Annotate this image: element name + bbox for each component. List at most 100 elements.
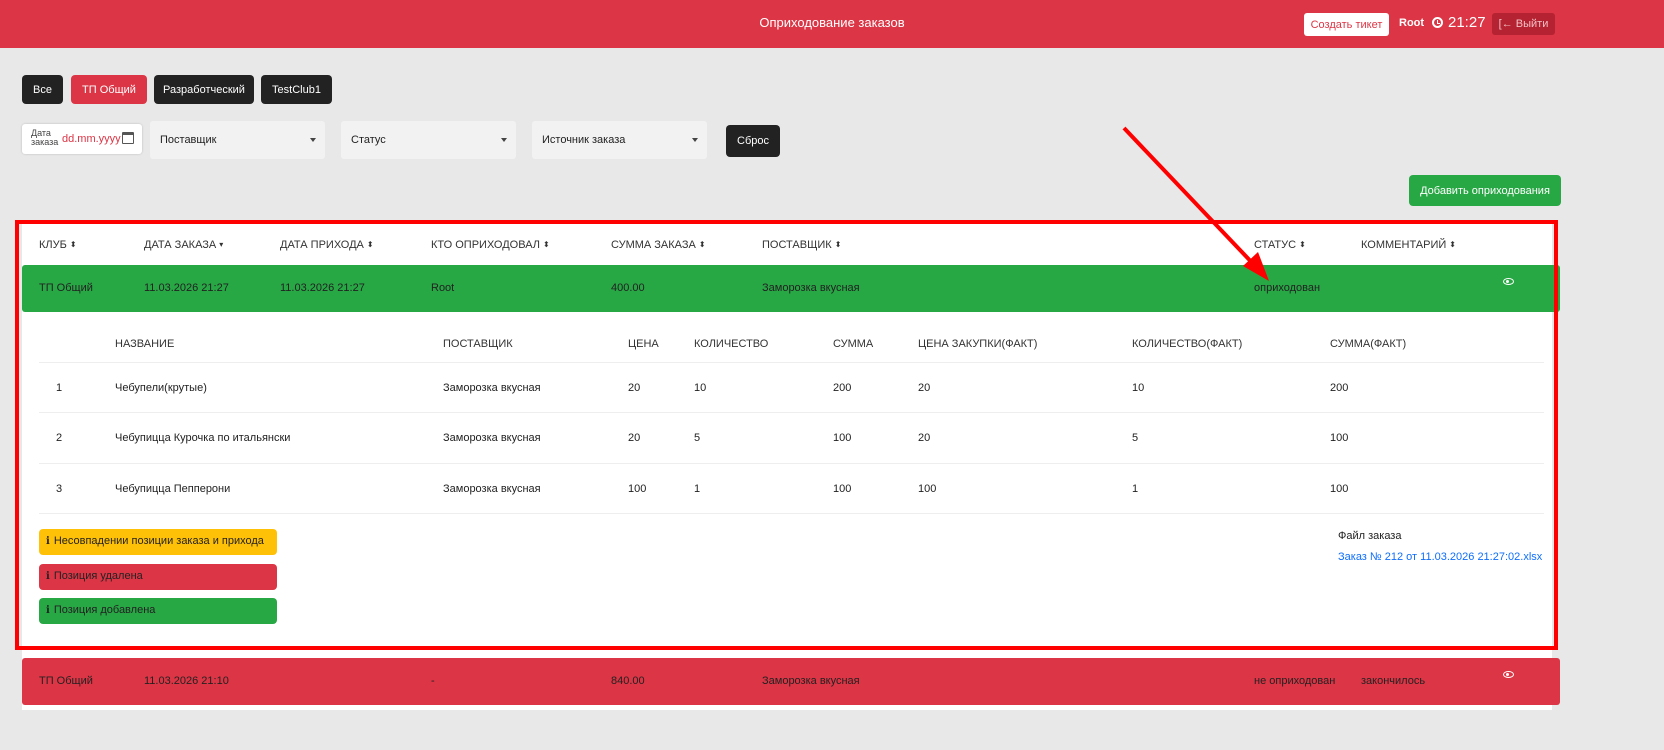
row-comment: закончилось <box>1361 675 1426 687</box>
divider <box>39 513 1544 514</box>
chevron-down-icon <box>692 138 698 142</box>
column-header-club[interactable]: КЛУБ ⬍ <box>39 239 77 251</box>
item-price-fact: 100 <box>918 483 937 495</box>
table-row[interactable]: ТП Общий 11.03.2026 21:27 11.03.2026 21:… <box>22 265 1560 312</box>
legend-removed: i Позиция удалена <box>39 564 277 590</box>
detail-header-price-fact: ЦЕНА ЗАКУПКИ(ФАКТ) <box>918 338 1038 350</box>
order-file-label: Файл заказа <box>1338 530 1402 542</box>
supplier-select[interactable]: Поставщик <box>150 121 325 159</box>
detail-header-qty-fact: КОЛИЧЕСТВО(ФАКТ) <box>1132 338 1243 350</box>
item-price: 20 <box>628 432 641 444</box>
clock-time: 21:27 <box>1448 14 1486 31</box>
divider <box>39 412 1544 413</box>
column-header-arrival-date[interactable]: ДАТА ПРИХОДА ⬍ <box>280 239 374 251</box>
sort-icon[interactable]: ⬍ <box>367 240 374 249</box>
order-date-value: dd.mm.yyyy <box>62 133 121 145</box>
item-qty-fact: 5 <box>1132 432 1139 444</box>
item-number: 1 <box>56 382 63 394</box>
info-icon: i <box>46 571 50 582</box>
order-date-label: Дата заказа <box>31 128 59 147</box>
column-header-label: ДАТА ЗАКАЗА <box>144 239 217 251</box>
supplier-select-value: Поставщик <box>160 134 217 146</box>
calendar-icon[interactable] <box>122 132 134 144</box>
eye-icon[interactable] <box>1503 278 1514 285</box>
item-qty: 10 <box>694 382 707 394</box>
tab-all[interactable]: Все <box>22 75 63 104</box>
item-sum-fact: 200 <box>1330 382 1349 394</box>
source-select[interactable]: Источник заказа <box>532 121 707 159</box>
item-sum: 200 <box>833 382 852 394</box>
item-price-fact: 20 <box>918 382 931 394</box>
row-who: Root <box>431 282 455 294</box>
tab-tp-general[interactable]: ТП Общий <box>71 75 147 104</box>
order-file-link[interactable]: Заказ № 212 от 11.03.2026 21:27:02.xlsx <box>1338 551 1542 563</box>
detail-header-sum: СУММА <box>833 338 874 350</box>
legend-mismatch: i Несовпадении позиции заказа и прихода <box>39 529 277 555</box>
item-supplier: Заморозка вкусная <box>443 483 541 495</box>
row-supplier: Заморозка вкусная <box>762 675 860 687</box>
chevron-down-icon <box>501 138 507 142</box>
detail-header-name: НАЗВАНИЕ <box>115 338 175 350</box>
sort-icon[interactable]: ⬍ <box>543 240 550 249</box>
item-qty: 5 <box>694 432 701 444</box>
item-name: Чебупели(крутые) <box>115 382 207 394</box>
current-user: Root <box>1399 17 1425 29</box>
order-date-filter[interactable]: Дата заказа dd.mm.yyyy <box>22 124 142 154</box>
sort-icon[interactable]: ⬍ <box>835 240 842 249</box>
status-select[interactable]: Статус <box>341 121 516 159</box>
column-header-sum[interactable]: СУММА ЗАКАЗА ⬍ <box>611 239 706 251</box>
item-number: 3 <box>56 483 63 495</box>
column-header-supplier[interactable]: ПОСТАВЩИК ⬍ <box>762 239 841 251</box>
item-qty-fact: 10 <box>1132 382 1145 394</box>
column-header-label: ПОСТАВЩИК <box>762 239 832 251</box>
item-supplier: Заморозка вкусная <box>443 432 541 444</box>
column-header-who[interactable]: КТО ОПРИХОДОВАЛ ⬍ <box>431 239 550 251</box>
detail-header-supplier: ПОСТАВЩИК <box>443 338 513 350</box>
item-name: Чебупицца Пепперони <box>115 483 231 495</box>
row-status: не оприходован <box>1254 675 1336 687</box>
sort-icon[interactable]: ⬍ <box>70 240 77 249</box>
source-select-value: Источник заказа <box>542 134 626 146</box>
row-arrival-date: 11.03.2026 21:27 <box>280 282 365 294</box>
table-row[interactable]: ТП Общий 11.03.2026 21:10 - 840.00 Замор… <box>22 658 1560 705</box>
row-who: - <box>431 675 435 687</box>
item-sum-fact: 100 <box>1330 432 1349 444</box>
column-header-status[interactable]: СТАТУС ⬍ <box>1254 239 1306 251</box>
item-sum: 100 <box>833 483 852 495</box>
sort-icon[interactable]: ⬍ <box>1299 240 1306 249</box>
legend-added: i Позиция добавлена <box>39 598 277 624</box>
sort-desc-icon[interactable]: ▾ <box>219 240 223 249</box>
tab-testclub1[interactable]: TestClub1 <box>261 75 332 104</box>
item-sum: 100 <box>833 432 852 444</box>
eye-icon[interactable] <box>1503 671 1514 678</box>
reset-button[interactable]: Сброс <box>726 125 780 157</box>
detail-header-price: ЦЕНА <box>628 338 659 350</box>
row-supplier: Заморозка вкусная <box>762 282 860 294</box>
row-order-date: 11.03.2026 21:10 <box>144 675 229 687</box>
detail-header-sum-fact: СУММА(ФАКТ) <box>1330 338 1407 350</box>
sort-icon[interactable]: ⬍ <box>1449 240 1456 249</box>
detail-header-qty: КОЛИЧЕСТВО <box>694 338 769 350</box>
clock-icon <box>1432 17 1443 28</box>
row-club: ТП Общий <box>39 675 93 687</box>
logout-button[interactable]: [← Выйти <box>1492 13 1555 35</box>
row-sum: 400.00 <box>611 282 645 294</box>
column-header-order-date[interactable]: ДАТА ЗАКАЗА ▾ <box>144 239 223 251</box>
column-header-label: СТАТУС <box>1254 239 1297 251</box>
column-header-comment[interactable]: КОММЕНТАРИЙ ⬍ <box>1361 239 1456 251</box>
column-header-label: КЛУБ <box>39 239 67 251</box>
item-price-fact: 20 <box>918 432 931 444</box>
divider <box>39 463 1544 464</box>
logout-label: Выйти <box>1515 18 1549 30</box>
add-receipt-button[interactable]: Добавить оприходования <box>1409 175 1561 206</box>
sort-icon[interactable]: ⬍ <box>699 240 706 249</box>
tab-development[interactable]: Разработческий <box>154 75 254 104</box>
row-status: оприходован <box>1254 282 1321 294</box>
create-ticket-button[interactable]: Создать тикет <box>1304 13 1389 36</box>
chevron-down-icon <box>310 138 316 142</box>
clock: 21:27 <box>1432 14 1486 31</box>
info-icon: i <box>46 605 50 616</box>
item-name: Чебупицца Курочка по итальянски <box>115 432 291 444</box>
row-order-date: 11.03.2026 21:27 <box>144 282 229 294</box>
item-qty: 1 <box>694 483 701 495</box>
